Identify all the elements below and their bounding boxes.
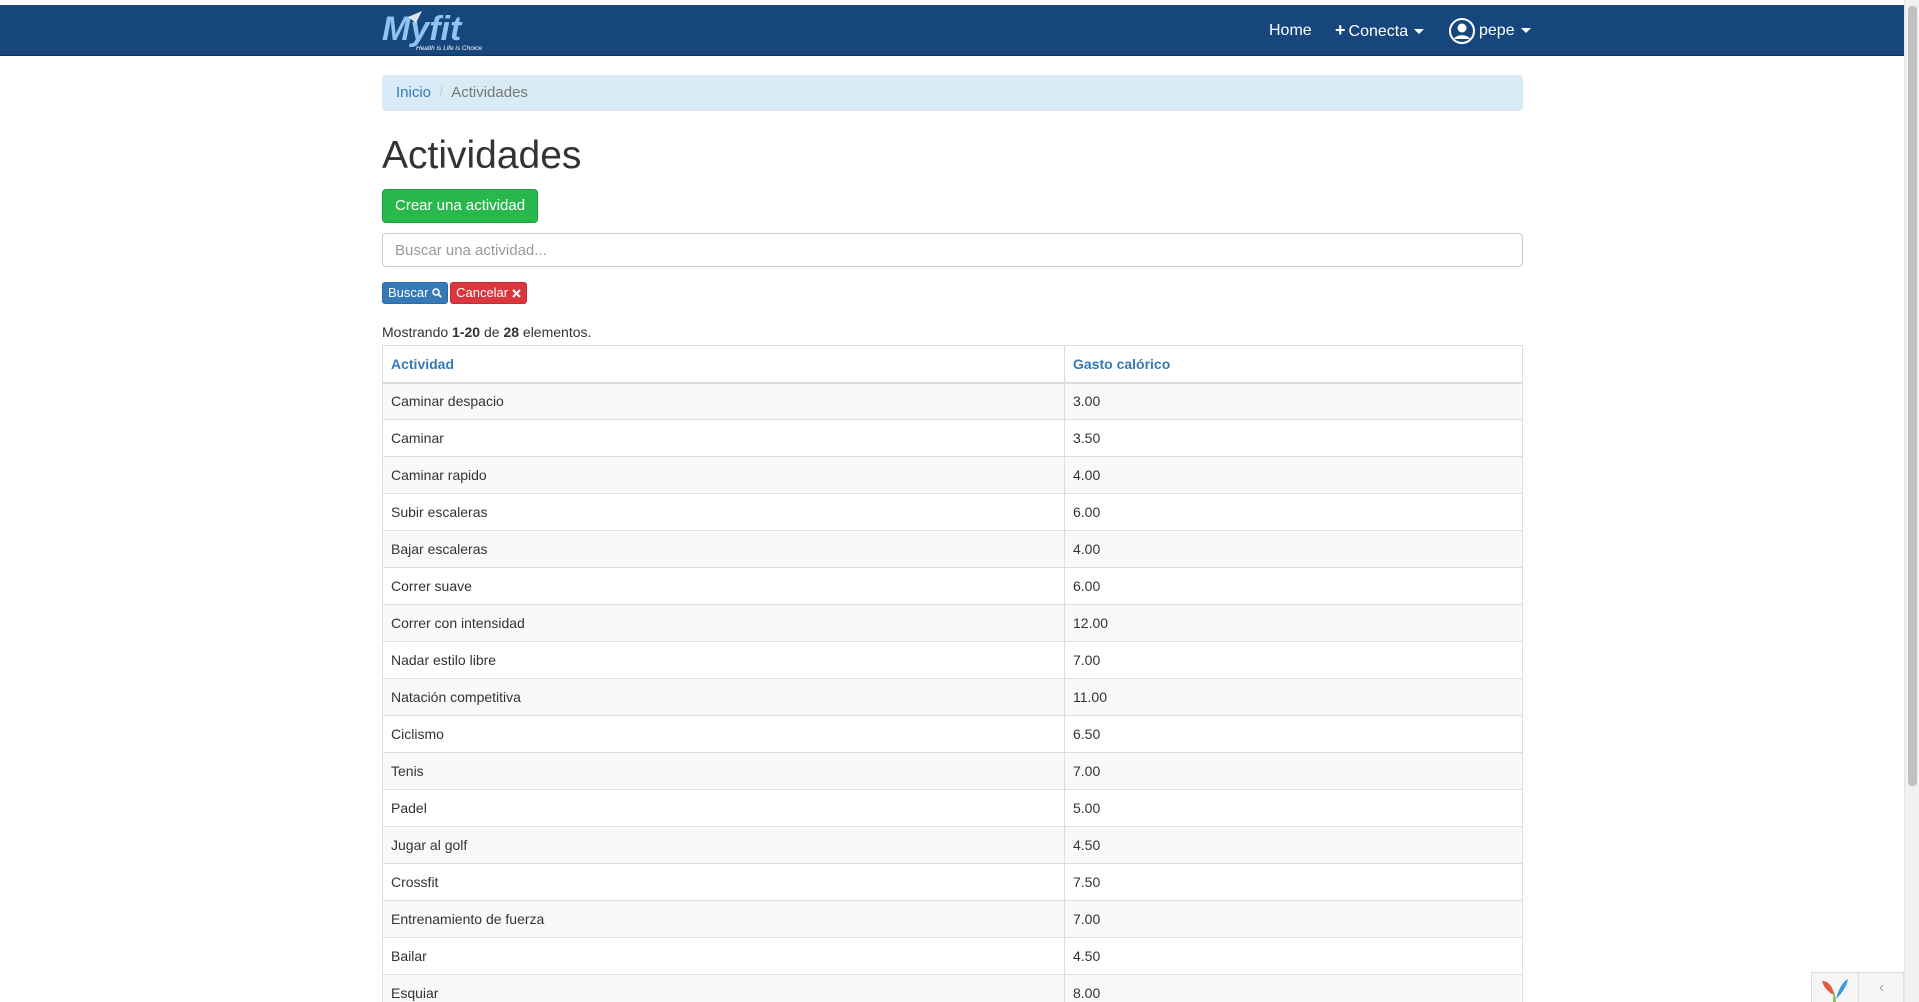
table-row: Bailar 4.50 [382, 937, 1523, 975]
activity-name-cell: Padel [382, 789, 1065, 827]
activity-name-cell: Caminar rapido [382, 456, 1065, 494]
search-button-label: Buscar [388, 285, 429, 300]
calorie-value-cell: 4.50 [1064, 937, 1523, 975]
search-input[interactable] [382, 233, 1523, 267]
breadcrumb-current: Actividades [451, 84, 528, 101]
activity-name-cell: Correr suave [382, 567, 1065, 605]
cancel-button-label: Cancelar [456, 285, 509, 300]
plus-icon: + [1335, 20, 1346, 40]
nav-user-dropdown[interactable]: pepe [1449, 5, 1531, 56]
calorie-value-cell: 7.50 [1064, 863, 1523, 901]
search-icon [432, 288, 443, 298]
nav-user-label: pepe [1479, 22, 1515, 39]
column-header-activity: Actividad [382, 345, 1065, 384]
calorie-value-cell: 6.00 [1064, 493, 1523, 531]
table-row: Correr con intensidad 12.00 [382, 604, 1523, 642]
activity-name-cell: Nadar estilo libre [382, 641, 1065, 679]
caret-down-icon [1414, 29, 1425, 35]
activity-name-cell: Bajar escaleras [382, 530, 1065, 568]
sort-calories-link[interactable]: Gasto calórico [1073, 356, 1170, 372]
breadcrumb-separator: / [439, 84, 444, 101]
table-body: Caminar despacio 3.00 Caminar 3.50 Caminar r… [382, 382, 1523, 1002]
calorie-value-cell: 12.00 [1064, 604, 1523, 642]
table-row: Ciclismo 6.50 [382, 715, 1523, 753]
table-row: Entrenamiento de fuerza 7.00 [382, 900, 1523, 938]
table-row: Caminar despacio 3.00 [382, 382, 1523, 420]
table-row: Bajar escaleras 4.00 [382, 530, 1523, 568]
table-row: Esquiar 8.00 [382, 974, 1523, 1002]
nav-home-label: Home [1269, 22, 1312, 39]
results-total: 28 [503, 324, 520, 340]
page-scrollbar[interactable] [1904, 0, 1919, 1002]
toolbar-toggle-button[interactable]: ‹ [1858, 973, 1904, 1002]
activity-name-cell: Bailar [382, 937, 1065, 975]
table-row: Correr suave 6.00 [382, 567, 1523, 605]
table-row: Natación competitiva 11.00 [382, 678, 1523, 716]
close-icon [512, 289, 521, 298]
table-row: Nadar estilo libre 7.00 [382, 641, 1523, 679]
main-container: Inicio / Actividades Actividades Crear una… [382, 75, 1523, 1002]
nav-conecta-label: Conecta [1348, 23, 1409, 40]
column-header-calories: Gasto calórico [1064, 345, 1523, 384]
activity-name-cell: Subir escaleras [382, 493, 1065, 531]
cancel-button[interactable]: Cancelar [450, 282, 527, 304]
calorie-value-cell: 5.00 [1064, 789, 1523, 827]
table-row: Padel 5.00 [382, 789, 1523, 827]
user-avatar-icon [1449, 17, 1475, 44]
calorie-value-cell: 4.50 [1064, 826, 1523, 864]
activity-name-cell: Caminar [382, 419, 1065, 457]
caret-down-icon [1520, 28, 1531, 34]
navbar: Myfit Health is Life is Choice Home + Con… [0, 5, 1904, 56]
calorie-value-cell: 4.00 [1064, 456, 1523, 494]
table-row: Caminar rapido 4.00 [382, 456, 1523, 494]
calorie-value-cell: 7.00 [1064, 900, 1523, 938]
calorie-value-cell: 3.00 [1064, 382, 1523, 420]
calorie-value-cell: 3.50 [1064, 419, 1523, 457]
table-row: Jugar al golf 4.50 [382, 826, 1523, 864]
calorie-value-cell: 6.50 [1064, 715, 1523, 753]
activity-name-cell: Natación competitiva [382, 678, 1065, 716]
calorie-value-cell: 6.00 [1064, 567, 1523, 605]
svg-text:Myfit: Myfit [382, 10, 463, 48]
activity-name-cell: Correr con intensidad [382, 604, 1065, 642]
table-row: Caminar 3.50 [382, 419, 1523, 457]
create-activity-button[interactable]: Crear una actividad [382, 189, 539, 223]
activity-name-cell: Crossfit [382, 863, 1065, 901]
myfit-logo[interactable]: Myfit Health is Life is Choice [382, 9, 500, 53]
calorie-value-cell: 7.00 [1064, 752, 1523, 790]
yii-logo-icon[interactable] [1818, 977, 1852, 1002]
page-title: Actividades [382, 134, 582, 177]
search-button[interactable]: Buscar [382, 282, 449, 304]
table-row: Crossfit 7.50 [382, 863, 1523, 901]
activity-name-cell: Ciclismo [382, 715, 1065, 753]
table-row: Tenis 7.00 [382, 752, 1523, 790]
activity-name-cell: Tenis [382, 752, 1065, 790]
activities-table: Actividad Gasto calórico Caminar despaci… [382, 345, 1523, 1002]
svg-text:Health is Life is Choice: Health is Life is Choice [416, 45, 482, 52]
nav-conecta-dropdown[interactable]: + Conecta [1335, 5, 1425, 56]
calorie-value-cell: 7.00 [1064, 641, 1523, 679]
scrollbar-thumb[interactable] [1908, 6, 1917, 786]
table-header-row: Actividad Gasto calórico [382, 345, 1523, 384]
results-range: 1-20 [452, 324, 481, 340]
sort-activity-link[interactable]: Actividad [391, 356, 454, 372]
activity-name-cell: Caminar despacio [382, 382, 1065, 420]
calorie-value-cell: 8.00 [1064, 974, 1523, 1002]
debug-toolbar: ‹ [1811, 972, 1904, 1002]
activity-name-cell: Entrenamiento de fuerza [382, 900, 1065, 938]
calorie-value-cell: 11.00 [1064, 678, 1523, 716]
results-summary: Mostrando 1-20 de 28 elementos. [382, 324, 592, 340]
calorie-value-cell: 4.00 [1064, 530, 1523, 568]
activity-name-cell: Jugar al golf [382, 826, 1065, 864]
search-button-row: Buscar Cancelar [382, 282, 1523, 304]
breadcrumb: Inicio / Actividades [382, 75, 1523, 111]
breadcrumb-home-link[interactable]: Inicio [396, 84, 431, 101]
activity-name-cell: Esquiar [382, 974, 1065, 1002]
table-row: Subir escaleras 6.00 [382, 493, 1523, 531]
nav-home-link[interactable]: Home [1269, 5, 1312, 56]
